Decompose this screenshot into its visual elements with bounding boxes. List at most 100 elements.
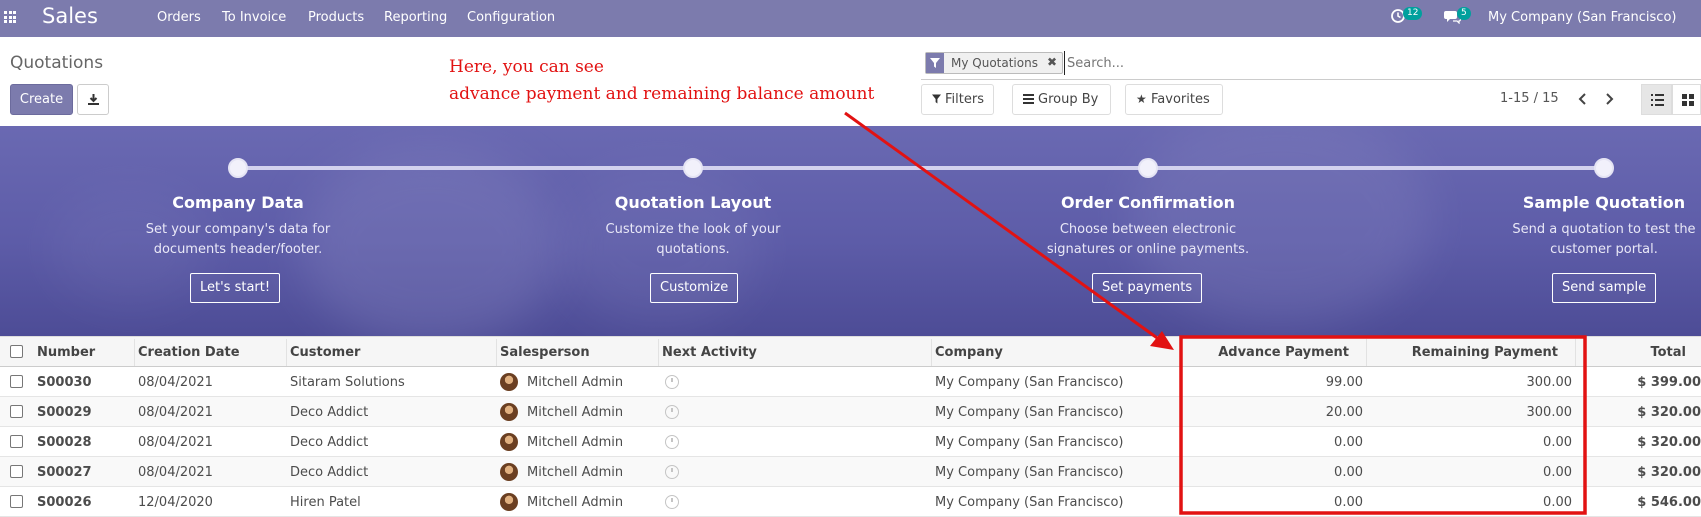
chevron-right-icon[interactable] [1600,90,1618,108]
apps-menu-icon[interactable] [4,11,16,23]
bars-icon [1023,85,1034,114]
favorites-button[interactable]: ★ Favorites [1125,84,1223,115]
table-row[interactable]: S00028 08/04/2021 Deco Addict Mitchell A… [0,427,1701,457]
step-desc: Send a quotation to test the [1512,222,1696,237]
cell-number: S00030 [37,375,92,390]
kanban-view-button[interactable] [1672,84,1701,115]
message-count-badge: 5 [1457,7,1471,20]
column-company[interactable]: Company [935,345,1003,360]
cell-date: 12/04/2020 [138,495,213,510]
onboarding-panel: Company Data Set your company's data for… [0,126,1701,336]
activity-clock-icon[interactable] [665,435,679,449]
step-dot [1138,158,1158,178]
table-row[interactable]: S00026 12/04/2020 Hiren Patel Mitchell A… [0,487,1701,517]
filters-button[interactable]: Filters [921,84,994,115]
top-navbar: Sales Orders To Invoice Products Reporti… [0,0,1701,37]
remove-facet-icon[interactable]: ✖ [1047,55,1057,69]
cell-number: S00029 [37,405,92,420]
column-total[interactable]: Total [1580,345,1686,360]
menu-reporting[interactable]: Reporting [384,10,447,25]
step-title: Company Data [172,193,304,212]
select-all-checkbox[interactable] [10,345,23,358]
onboarding-progress-line [238,166,1604,170]
row-checkbox[interactable] [10,465,23,478]
cell-total: $ 399.00 [1637,375,1701,390]
cell-date: 08/04/2021 [138,435,213,450]
menu-configuration[interactable]: Configuration [467,10,555,25]
column-creation-date[interactable]: Creation Date [138,345,240,360]
avatar [500,493,518,511]
avatar [500,463,518,481]
row-checkbox[interactable] [10,405,23,418]
row-checkbox[interactable] [10,495,23,508]
table-header: Number Creation Date Customer Salesperso… [0,336,1701,367]
pager-value[interactable]: 1-15 / 15 [1500,91,1559,106]
chevron-left-icon[interactable] [1574,90,1592,108]
cell-remaining-payment: 300.00 [1526,375,1573,390]
search-input[interactable] [1064,51,1684,75]
activity-clock-icon[interactable] [665,405,679,419]
list-view-button[interactable] [1641,84,1672,115]
column-customer[interactable]: Customer [290,345,360,360]
cell-company: My Company (San Francisco) [935,375,1124,390]
row-checkbox[interactable] [10,435,23,448]
cell-customer: Deco Addict [290,465,369,480]
table-row[interactable]: S00030 08/04/2021 Sitaram Solutions Mitc… [0,367,1701,397]
lets-start-button[interactable]: Let's start! [190,273,281,303]
menu-to-invoice[interactable]: To Invoice [222,10,286,25]
cell-remaining-payment: 0.00 [1543,465,1572,480]
cell-advance-payment: 20.00 [1325,405,1363,420]
cell-number: S00028 [37,435,92,450]
annotation-line-1: Here, you can see [449,57,604,77]
step-title: Quotation Layout [614,193,772,212]
create-button[interactable]: Create [10,84,73,115]
menu-orders[interactable]: Orders [157,10,201,25]
table-row[interactable]: S00029 08/04/2021 Deco Addict Mitchell A… [0,397,1701,427]
column-advance-payment[interactable]: Advance Payment [1185,345,1349,360]
cell-salesperson: Mitchell Admin [527,435,624,450]
search-facet[interactable]: My Quotations ✖ [925,52,1063,74]
step-title: Order Confirmation [1060,193,1236,212]
group-by-button[interactable]: Group By [1012,84,1111,115]
cell-remaining-payment: 0.00 [1543,495,1572,510]
step-dot [1594,158,1614,178]
avatar [500,433,518,451]
company-switcher[interactable]: My Company (San Francisco) [1488,10,1676,25]
row-checkbox[interactable] [10,375,23,388]
column-remaining-payment[interactable]: Remaining Payment [1370,345,1558,360]
set-payments-button[interactable]: Set payments [1092,273,1203,303]
step-dot [683,158,703,178]
activity-clock-icon[interactable] [665,465,679,479]
cell-total: $ 320.00 [1637,465,1701,480]
cell-salesperson: Mitchell Admin [527,375,624,390]
step-desc: signatures or online payments. [1046,242,1250,257]
cell-salesperson: Mitchell Admin [527,495,624,510]
column-next-activity[interactable]: Next Activity [662,345,757,360]
avatar [500,403,518,421]
group-by-label: Group By [1038,92,1099,107]
column-salesperson[interactable]: Salesperson [500,345,590,360]
cell-remaining-payment: 300.00 [1526,405,1573,420]
list-icon [1651,94,1664,106]
menu-products[interactable]: Products [308,10,364,25]
star-icon: ★ [1136,92,1147,106]
app-title[interactable]: Sales [42,4,98,28]
step-desc: quotations. [656,242,730,257]
cell-customer: Sitaram Solutions [290,375,405,390]
filters-label: Filters [945,92,984,107]
cell-number: S00026 [37,495,92,510]
cell-company: My Company (San Francisco) [935,495,1124,510]
activity-clock-icon[interactable] [665,495,679,509]
step-dot [228,158,248,178]
customize-button[interactable]: Customize [650,273,739,303]
cell-total: $ 546.00 [1637,495,1701,510]
cell-number: S00027 [37,465,92,480]
cell-advance-payment: 0.00 [1334,465,1363,480]
table-row[interactable]: S00027 08/04/2021 Deco Addict Mitchell A… [0,457,1701,487]
cell-salesperson: Mitchell Admin [527,465,624,480]
filter-icon [926,53,944,73]
send-sample-button[interactable]: Send sample [1552,273,1657,303]
activity-clock-icon[interactable] [665,375,679,389]
column-number[interactable]: Number [37,345,95,360]
export-button[interactable] [77,84,109,115]
